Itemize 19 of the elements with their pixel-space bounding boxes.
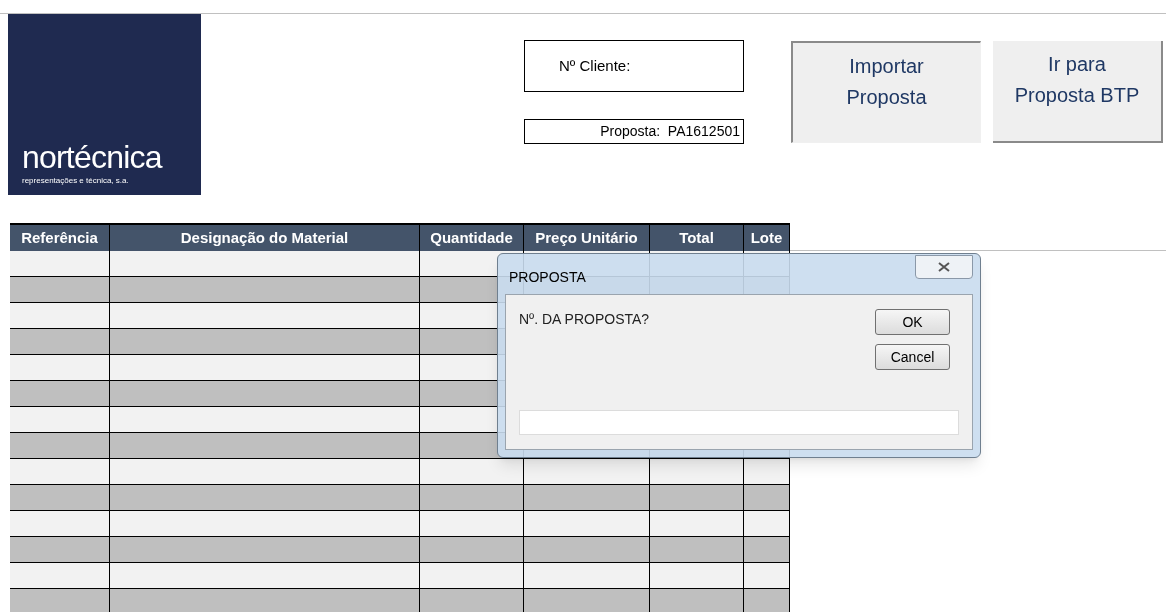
dialog-title: PROPOSTA xyxy=(509,267,587,287)
close-icon xyxy=(938,262,950,272)
logo-tagline: representações e técnica, s.a. xyxy=(22,175,130,187)
action-button[interactable]: Importar Proposta xyxy=(791,41,981,143)
close-button[interactable] xyxy=(915,255,973,279)
column-header: Lote xyxy=(744,225,790,251)
client-field[interactable]: Nº Cliente: xyxy=(524,40,744,92)
proposal-field[interactable]: Proposta: PA1612501 xyxy=(524,119,744,144)
logo-wordmark: nortécnica xyxy=(22,139,164,175)
dialog-button[interactable]: Cancel xyxy=(875,344,950,370)
column-header: Designação do Material xyxy=(110,225,420,251)
column-header: Total xyxy=(650,225,744,251)
column-header: Quantidade xyxy=(420,225,524,251)
column-header: Referência xyxy=(10,225,110,251)
action-button[interactable]: Ir para Proposta BTP xyxy=(993,41,1163,143)
input-field[interactable] xyxy=(519,410,959,435)
dialog-button[interactable]: OK xyxy=(875,309,950,335)
prompt-text: Nº. DA PROPOSTA? xyxy=(519,310,650,329)
column-header: Preço Unitário xyxy=(524,225,650,251)
